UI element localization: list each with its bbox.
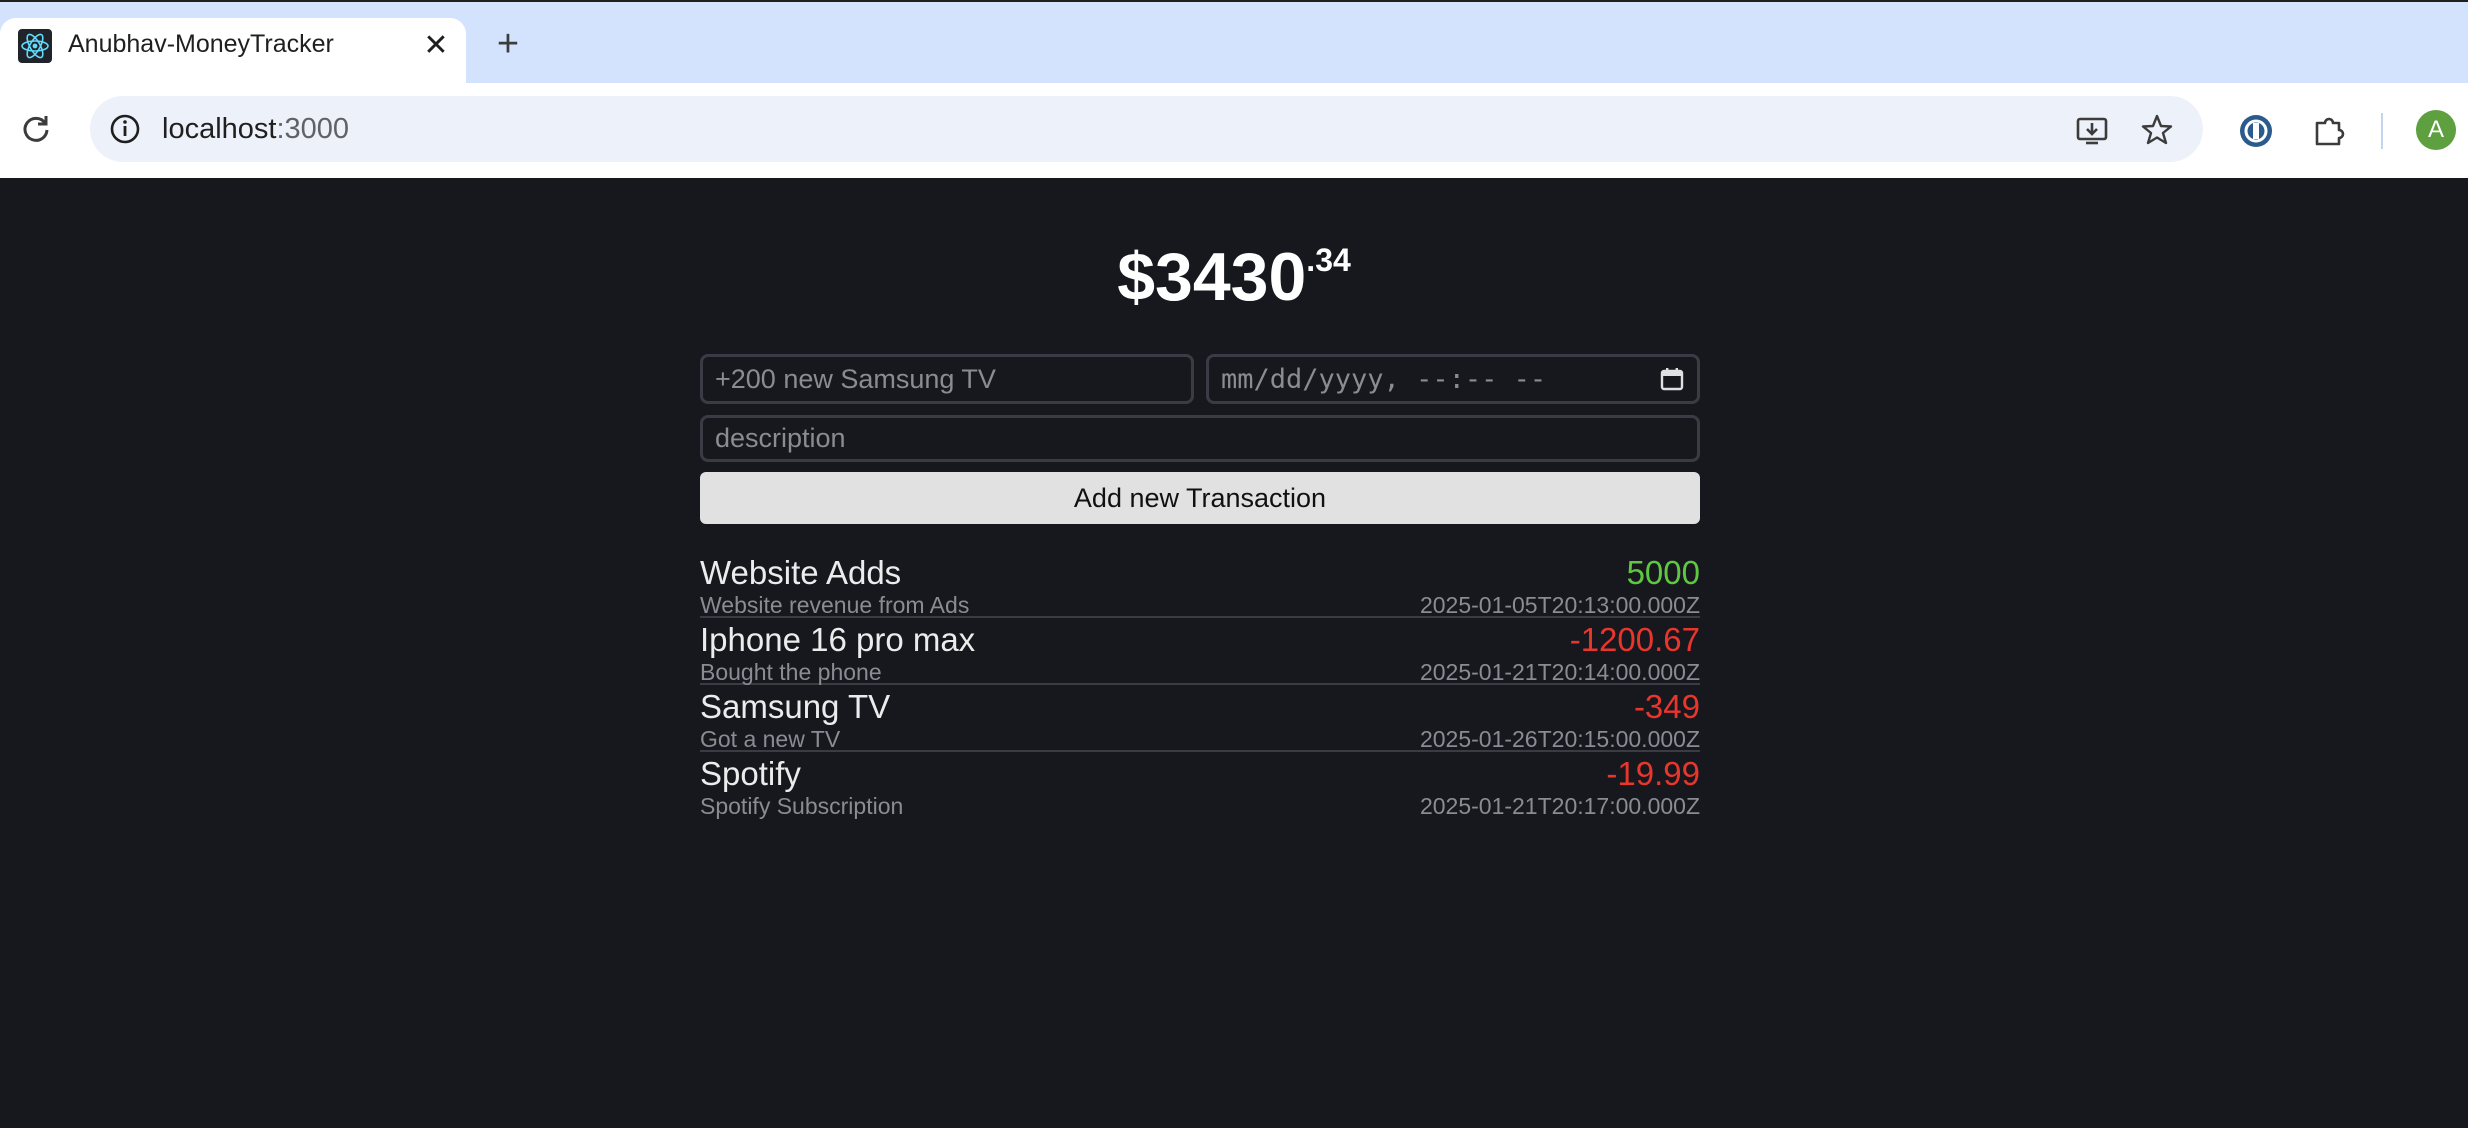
extensions-puzzle-icon[interactable]	[2311, 113, 2347, 149]
transaction-datetime: 2025-01-21T20:17:00.000Z	[1419, 793, 1700, 819]
url-host: localhost	[162, 113, 277, 145]
browser-toolbar: localhost:3000 A	[0, 83, 2468, 178]
transaction-name-input[interactable]: +200 new Samsung TV	[700, 354, 1194, 404]
transaction-datetime: 2025-01-26T20:15:00.000Z	[1419, 726, 1700, 752]
calendar-icon[interactable]	[1659, 366, 1685, 392]
transaction-name: Spotify	[700, 755, 801, 792]
transaction-name: Website Adds	[700, 554, 902, 591]
date-placeholder: mm/dd/yyyy, --:-- --	[1221, 363, 1547, 395]
transaction-row: Website Adds 5000 Website revenue from A…	[700, 554, 1700, 618]
description-input[interactable]: description	[700, 415, 1700, 462]
transaction-row: Iphone 16 pro max -1200.67 Bought the ph…	[700, 621, 1700, 685]
transaction-description: Spotify Subscription	[700, 793, 904, 819]
tab-title: Anubhav-MoneyTracker	[68, 30, 334, 58]
new-tab-button[interactable]: +	[490, 25, 526, 63]
bookmark-star-icon[interactable]	[2140, 113, 2174, 147]
url-text: localhost:3000	[162, 113, 349, 146]
tab-strip: Anubhav-MoneyTracker ✕ +	[0, 0, 2468, 85]
transaction-name: Samsung TV	[700, 688, 891, 725]
browser-tab[interactable]: Anubhav-MoneyTracker ✕	[0, 18, 466, 85]
balance-cents: .34	[1306, 242, 1351, 278]
transaction-amount: 5000	[1626, 554, 1700, 591]
transaction-amount: -1200.67	[1569, 621, 1700, 658]
transaction-datetime: 2025-01-05T20:13:00.000Z	[1419, 592, 1700, 618]
transaction-row: Samsung TV -349 Got a new TV 2025-01-26T…	[700, 688, 1700, 752]
extension-shield-icon[interactable]	[2238, 113, 2274, 149]
balance-display: $3430.34	[0, 238, 2468, 316]
address-bar[interactable]: localhost:3000	[90, 96, 2203, 162]
reload-icon[interactable]	[18, 111, 54, 147]
transaction-amount: -349	[1633, 688, 1700, 725]
date-time-input[interactable]: mm/dd/yyyy, --:-- --	[1206, 354, 1700, 404]
transaction-datetime: 2025-01-21T20:14:00.000Z	[1419, 659, 1700, 685]
add-transaction-button[interactable]: Add new Transaction	[700, 472, 1700, 524]
close-tab-icon[interactable]: ✕	[418, 28, 454, 64]
balance-main: $3430	[1117, 239, 1307, 315]
site-info-icon[interactable]	[108, 112, 142, 146]
toolbar-divider	[2381, 113, 2383, 149]
transaction-row: Spotify -19.99 Spotify Subscription 2025…	[700, 755, 1700, 819]
transaction-description: Website revenue from Ads	[700, 592, 970, 618]
react-favicon-icon	[18, 29, 52, 63]
transaction-description: Bought the phone	[700, 659, 882, 685]
profile-avatar[interactable]: A	[2416, 110, 2456, 150]
money-tracker-app: $3430.34 +200 new Samsung TV mm/dd/yyyy,…	[0, 178, 2468, 1128]
transaction-amount: -19.99	[1606, 755, 1700, 792]
url-port: :3000	[276, 113, 350, 145]
install-app-icon[interactable]	[2075, 113, 2109, 147]
transaction-description: Got a new TV	[700, 726, 841, 752]
transaction-name: Iphone 16 pro max	[700, 621, 976, 658]
